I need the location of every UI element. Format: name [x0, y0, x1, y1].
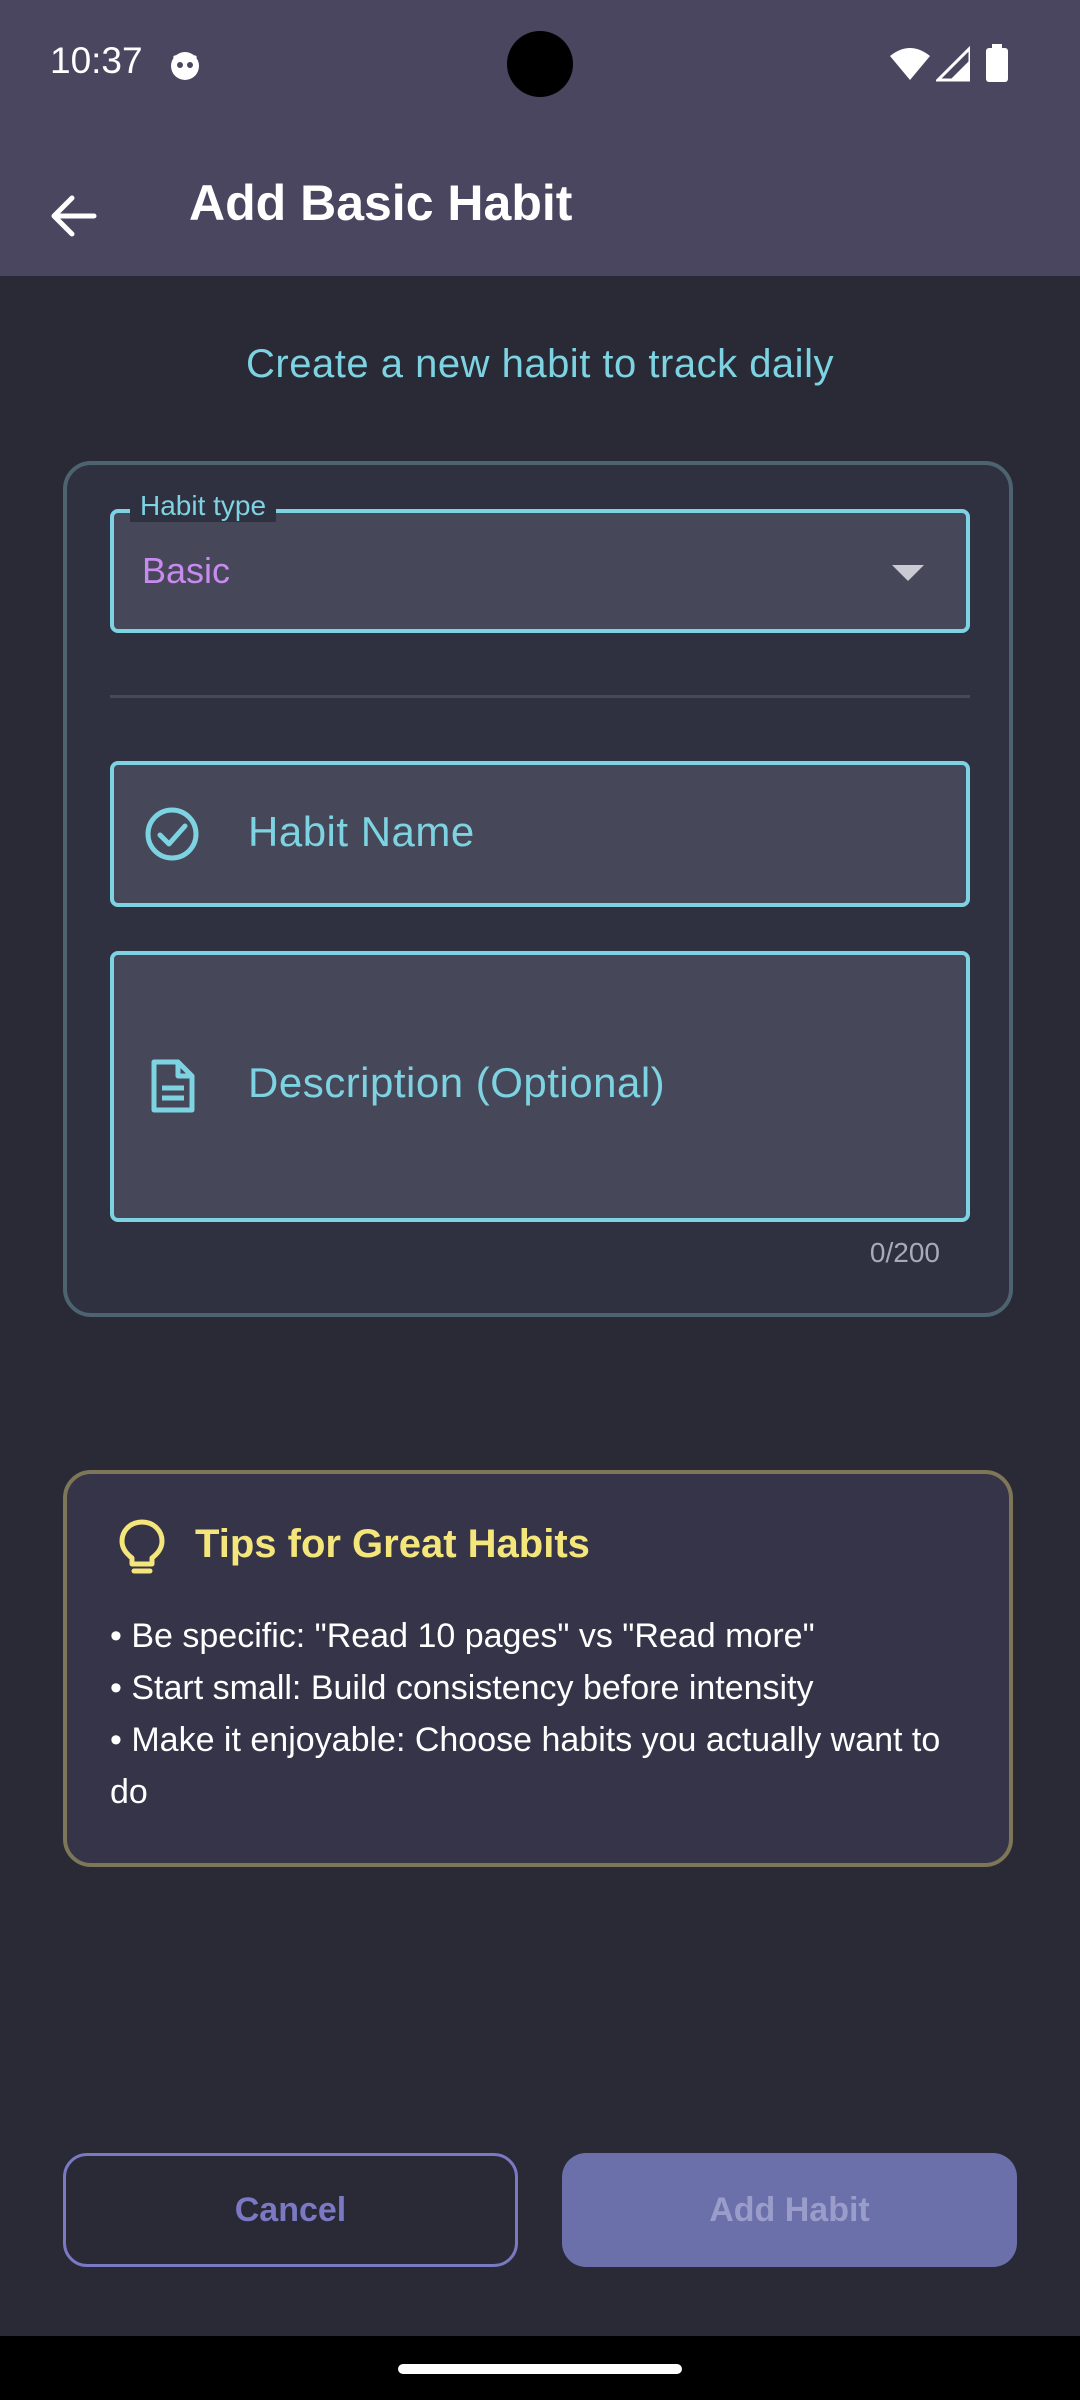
app-notification-icon: [171, 52, 199, 80]
habit-type-label: Habit type: [130, 490, 277, 522]
add-habit-button[interactable]: Add Habit: [562, 2153, 1017, 2267]
status-time: 10:37: [50, 40, 143, 81]
page-subtitle: Create a new habit to track daily: [246, 342, 834, 386]
character-counter: 0/200: [869, 1237, 940, 1268]
cancel-button[interactable]: Cancel: [63, 2153, 518, 2267]
habit-name-placeholder: Habit Name: [248, 808, 475, 855]
app-bar: Add Basic Habit: [0, 128, 1080, 276]
status-bar: 10:37: [0, 0, 1080, 128]
page-title: Add Basic Habit: [189, 175, 573, 231]
description-placeholder: Description (Optional): [248, 1059, 666, 1106]
battery-icon: [986, 44, 1008, 82]
check-circle-icon: [145, 807, 199, 861]
tip-item: • Be specific: "Read 10 pages" vs "Read …: [110, 1617, 815, 1655]
divider: [110, 695, 970, 698]
habit-name-field[interactable]: [110, 761, 970, 907]
back-button[interactable]: [36, 178, 112, 254]
tip-item: • Start small: Build consistency before …: [110, 1669, 814, 1707]
chevron-down-icon[interactable]: [892, 565, 924, 581]
document-icon: [151, 1059, 195, 1113]
arrow-left-icon: [51, 195, 97, 237]
habit-type-value: Basic: [142, 550, 231, 591]
camera-cutout: [507, 31, 573, 97]
home-indicator[interactable]: [398, 2364, 682, 2374]
tip-item: • Make it enjoyable: Choose habits you a…: [110, 1721, 941, 1811]
tips-title: Tips for Great Habits: [195, 1522, 590, 1566]
habit-type-dropdown[interactable]: [110, 509, 970, 633]
signal-icon: [936, 46, 970, 82]
lightbulb-icon: [119, 1519, 165, 1574]
tips-list: • Be specific: "Read 10 pages" vs "Read …: [110, 1610, 950, 1818]
wifi-icon: [890, 48, 930, 80]
